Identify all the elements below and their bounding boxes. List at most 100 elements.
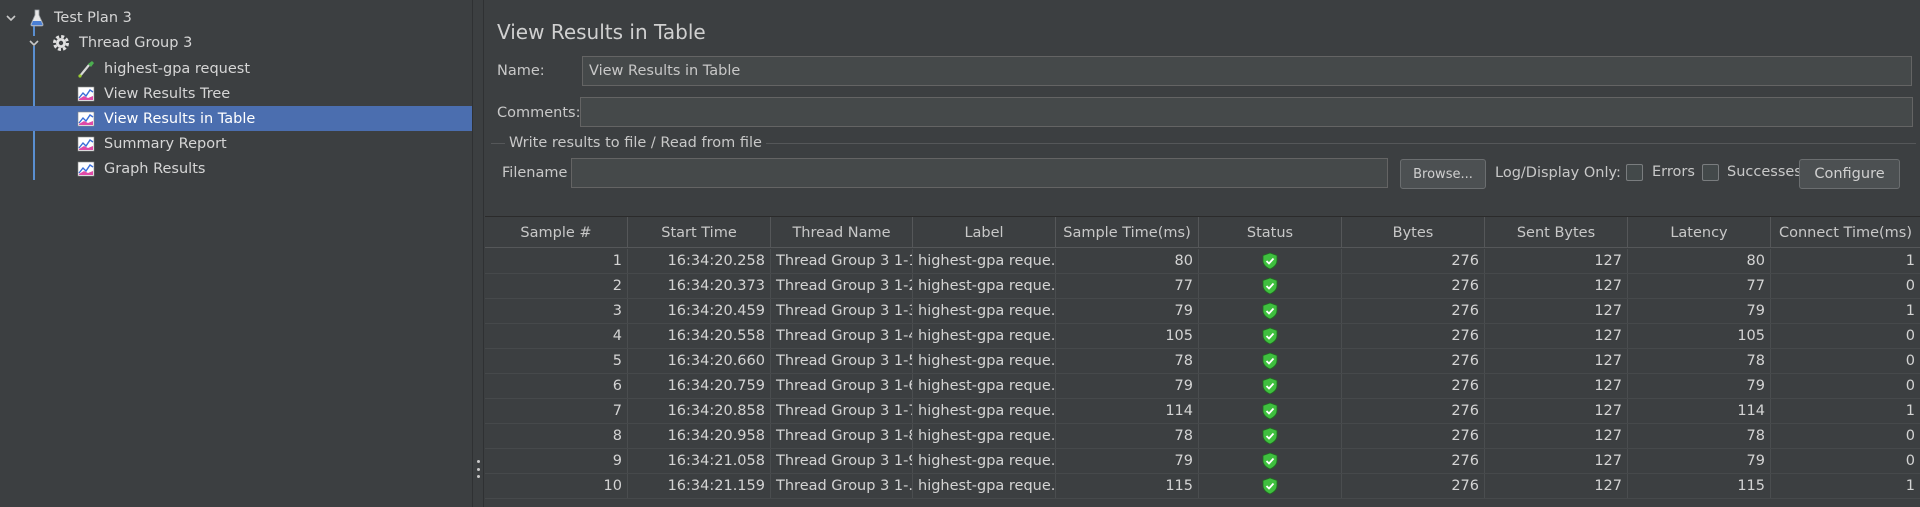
column-header-latency[interactable]: Latency [1628,217,1771,248]
table-row[interactable]: 6 16:34:20.759 Thread Group 3 1-6 highest-g… [485,374,1920,399]
success-shield-icon [1261,477,1279,495]
comments-field[interactable] [580,97,1913,127]
cell-bytes: 276 [1342,449,1485,473]
successes-checkbox[interactable] [1702,164,1719,181]
column-header-bytes[interactable]: Bytes [1342,217,1485,248]
table-row[interactable]: 4 16:34:20.558 Thread Group 3 1-4 highest-g… [485,324,1920,349]
drag-handle-icon[interactable] [476,460,480,478]
table-row[interactable]: 9 16:34:21.058 Thread Group 3 1-9 highest-g… [485,449,1920,474]
cell-connect-time: 1 [1905,253,1915,269]
cell-label: highest-gpa reque... [913,249,1056,273]
table-row[interactable]: 8 16:34:20.958 Thread Group 3 1-8 highest-g… [485,424,1920,449]
tree-item-label: View Results Tree [104,85,231,102]
success-shield-icon [1261,352,1279,370]
cell-sample-number: 1 [485,249,628,273]
name-field[interactable]: View Results in Table [582,56,1912,86]
tree-item-label: Summary Report [104,135,227,152]
cell-status [1199,249,1342,273]
success-shield-icon [1261,327,1279,345]
cell-label: highest-gpa reque... [913,449,1056,473]
cell-bytes: 276 [1342,474,1485,498]
tree-item-test-plan[interactable]: Test Plan 3 [0,5,472,30]
cell-status [1199,449,1342,473]
tree-item-view-results-in-table[interactable]: View Results in Table [0,106,472,131]
table-row[interactable]: 5 16:34:20.660 Thread Group 3 1-5 highest-g… [485,349,1920,374]
cell-thread-name: Thread Group 3 1-1 [771,249,913,273]
table-row[interactable]: 3 16:34:20.459 Thread Group 3 1-3 highest-g… [485,299,1920,324]
cell-bytes: 276 [1342,249,1485,273]
cell-latency: 79 [1628,374,1771,398]
successes-label: Successes [1727,164,1802,180]
column-header-sent-bytes[interactable]: Sent Bytes [1485,217,1628,248]
cell-label: highest-gpa reque... [913,474,1056,498]
table-row[interactable]: 1 16:34:20.258 Thread Group 3 1-1 highest-g… [485,249,1920,274]
split-pane-divider[interactable] [472,0,484,507]
cell-connect-time: 0 [1905,278,1915,294]
errors-label: Errors [1652,164,1695,180]
cell-status [1199,349,1342,373]
cell-status [1199,424,1342,448]
cell-sample-number: 8 [485,424,628,448]
cell-bytes: 276 [1342,274,1485,298]
column-header-sample-time[interactable]: Sample Time(ms) [1056,217,1199,248]
cell-thread-name: Thread Group 3 1-6 [771,374,913,398]
tree-item-view-results-tree[interactable]: View Results Tree [0,81,472,106]
cell-connect-time: 0 [1905,378,1915,394]
cell-start-time: 16:34:20.759 [628,374,771,398]
errors-checkbox[interactable] [1626,164,1643,181]
cell-label: highest-gpa reque... [913,324,1056,348]
filename-label: Filename [502,165,568,181]
cell-sent-bytes: 127 [1485,349,1628,373]
cell-start-time: 16:34:21.159 [628,474,771,498]
cell-connect-time: 0 [1905,453,1915,469]
column-header-connect-time[interactable]: Connect Time(ms) [1771,217,1920,248]
column-header-status[interactable]: Status [1199,217,1342,248]
cell-thread-name: Thread Group 3 1-5 [771,349,913,373]
table-row[interactable]: 2 16:34:20.373 Thread Group 3 1-2 highest-g… [485,274,1920,299]
cell-status [1199,474,1342,498]
cell-sent-bytes: 127 [1485,249,1628,273]
cell-sample-time: 105 [1056,324,1199,348]
cell-thread-name: Thread Group 3 1-4 [771,324,913,348]
cell-thread-name: Thread Group 3 1-2 [771,274,913,298]
success-shield-icon [1261,252,1279,270]
tree-item-thread-group[interactable]: Thread Group 3 [0,30,472,55]
cell-sent-bytes: 127 [1485,449,1628,473]
flask-icon [27,8,47,28]
table-row[interactable]: 7 16:34:20.858 Thread Group 3 1-7 highest-g… [485,399,1920,424]
configure-button[interactable]: Configure [1799,159,1900,189]
column-header-sample[interactable]: Sample # [485,217,628,248]
cell-label: highest-gpa reque... [913,299,1056,323]
success-shield-icon [1261,277,1279,295]
chevron-down-icon[interactable] [27,36,41,50]
tree-item-label: Test Plan 3 [54,9,132,26]
column-header-label[interactable]: Label [913,217,1056,248]
cell-label: highest-gpa reque... [913,274,1056,298]
tree-item-summary-report[interactable]: Summary Report [0,131,472,156]
cell-latency: 105 [1628,324,1771,348]
filename-field[interactable] [571,158,1388,188]
tree-item-graph-results[interactable]: Graph Results [0,156,472,181]
success-shield-icon [1261,402,1279,420]
cell-sample-time: 79 [1056,374,1199,398]
cell-sample-number: 4 [485,324,628,348]
chevron-down-icon[interactable] [4,11,18,25]
cell-sent-bytes: 127 [1485,274,1628,298]
success-shield-icon [1261,427,1279,445]
cell-label: highest-gpa reque... [913,349,1056,373]
cell-sample-number: 2 [485,274,628,298]
cell-bytes: 276 [1342,299,1485,323]
tree-item-http-request[interactable]: highest-gpa request [0,56,472,81]
cell-start-time: 16:34:21.058 [628,449,771,473]
table-row[interactable]: 10 16:34:21.159 Thread Group 3 1-... highes… [485,474,1920,499]
cell-start-time: 16:34:20.660 [628,349,771,373]
cell-sample-time: 79 [1056,449,1199,473]
column-header-thread-name[interactable]: Thread Name [771,217,913,248]
cell-sample-number: 7 [485,399,628,423]
cell-sent-bytes: 127 [1485,299,1628,323]
browse-button[interactable]: Browse... [1400,159,1486,189]
column-header-start-time[interactable]: Start Time [628,217,771,248]
cell-sample-number: 3 [485,299,628,323]
name-label: Name: [497,63,545,79]
tree-item-label: View Results in Table [104,110,256,127]
